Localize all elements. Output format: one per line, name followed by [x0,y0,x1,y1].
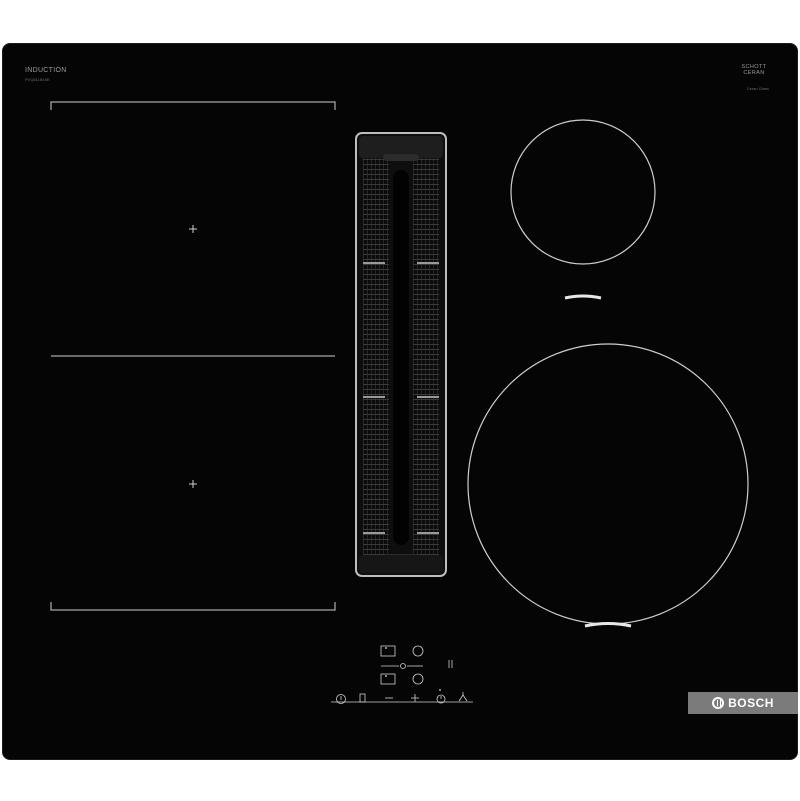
indicator-dot [385,647,387,649]
grille-bar [417,532,439,534]
cooking-zone-small[interactable] [510,119,656,265]
grille-bar [363,262,385,264]
rail-cap-top [383,154,419,161]
grille-bar [363,396,385,398]
control-panel [327,634,477,714]
zone-select-bottom-left[interactable] [380,673,396,685]
zone-select-bottom-right[interactable] [412,673,424,685]
downdraft-vent[interactable] [355,132,447,577]
zone-indicator-large [584,622,632,628]
zone-select-center-dot [400,663,406,669]
flex-zone-left[interactable] [50,101,336,611]
zone-select-top-right[interactable] [412,645,424,657]
brand-name: BOSCH [728,696,774,710]
control-panel-graphics [331,645,473,704]
hood-fan-icon[interactable] [359,693,366,703]
grille-bar [417,396,439,398]
flex-zone-top-bracket [50,101,336,110]
flex-zone-bottom-bracket [50,602,336,611]
vent-grille-left [363,158,389,555]
zone-indicator-small [564,294,602,300]
grille-bar [363,532,385,534]
cooking-zone-large[interactable] [467,343,749,625]
grille-bar [417,262,439,264]
indicator-dot [385,675,387,677]
vent-center-rail [393,170,409,545]
fan-icon[interactable] [458,694,468,702]
vent-grille-right [413,158,439,555]
bosch-armature-icon [712,697,725,709]
brand-badge: BOSCH [688,692,798,714]
vent-bottom-cap [359,555,443,573]
zone-select-top-left[interactable] [380,645,396,657]
indicator-dot [439,689,441,691]
cooktop-surface: INDUCTION PVQ611B16E SCHOTT CERAN Ceran … [2,43,798,760]
